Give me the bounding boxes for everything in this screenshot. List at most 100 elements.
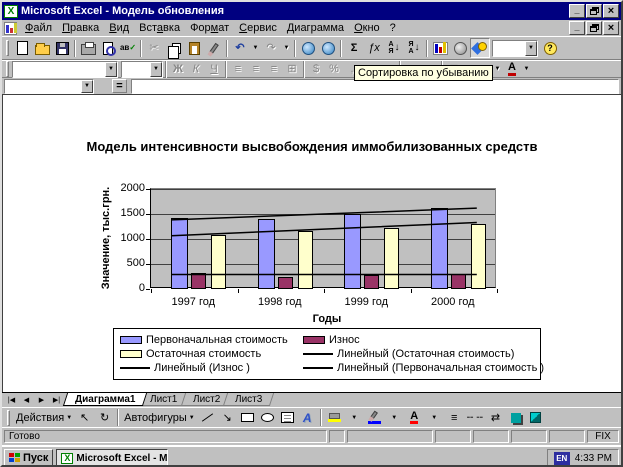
workbook-icon[interactable] (4, 22, 17, 35)
spelling-button[interactable]: ав✓ (118, 38, 138, 58)
toolbar-grip[interactable] (7, 410, 10, 426)
line-color-dropdown[interactable]: ▼ (385, 409, 404, 426)
line-color-button[interactable] (365, 409, 384, 426)
insert-hyperlink-button[interactable] (298, 38, 318, 58)
chart-wizard-button[interactable] (430, 38, 450, 58)
percent-button[interactable]: % (325, 61, 343, 77)
save-button[interactable] (52, 38, 72, 58)
excel-app-icon[interactable]: X (4, 5, 18, 18)
redo-dropdown[interactable]: ▼ (281, 38, 292, 58)
text-box-button[interactable] (278, 409, 297, 426)
help-button[interactable]: ? (540, 38, 560, 58)
undo-button[interactable]: ↶ (230, 38, 250, 58)
menu-Вставка[interactable]: Вставка (134, 21, 185, 35)
arrow-style-button[interactable]: ⇄ (486, 409, 505, 426)
zoom-dropdown-icon[interactable]: ▼ (525, 41, 537, 56)
font-dropdown-icon[interactable]: ▼ (105, 62, 117, 77)
toolbar-grip[interactable] (6, 40, 9, 56)
menu-Вид[interactable]: Вид (104, 21, 134, 35)
menu-Окно[interactable]: Окно (349, 21, 385, 35)
doc-close-button[interactable]: × (603, 21, 619, 35)
draw-actions-menu[interactable]: Действия▼ (14, 409, 74, 426)
align-right-button[interactable]: ≡ (265, 61, 283, 77)
menu-Диаграмма[interactable]: Диаграмма (282, 21, 349, 35)
underline-button[interactable]: Ч (205, 61, 223, 77)
taskbar-excel-task[interactable]: X Microsoft Excel - Мод... (56, 449, 168, 467)
font-size-dropdown-icon[interactable]: ▼ (150, 62, 162, 77)
align-center-button[interactable]: ≡ (247, 61, 265, 77)
font-color-dropdown[interactable]: ▼ (521, 61, 532, 77)
taskbar-clock[interactable]: 4:33 PM (575, 453, 612, 464)
font-size-combobox[interactable]: ▼ (121, 61, 163, 78)
last-sheet-button[interactable]: ▶| (49, 393, 64, 406)
open-button[interactable] (32, 38, 52, 58)
font-color-button[interactable]: А (503, 61, 521, 77)
line-style-button[interactable]: ≡ (445, 409, 464, 426)
bold-button[interactable]: Ж (169, 61, 187, 77)
menu-Сервис[interactable]: Сервис (234, 21, 282, 35)
font-combobox[interactable]: ▼ (12, 61, 118, 78)
paste-function-button[interactable]: ƒx (364, 38, 384, 58)
arrow-button[interactable]: ↘ (218, 409, 237, 426)
print-preview-button[interactable] (98, 38, 118, 58)
paste-button[interactable] (184, 38, 204, 58)
drawing-button[interactable] (470, 38, 490, 58)
start-button[interactable]: Пуск (4, 449, 53, 467)
free-rotate-button[interactable]: ↻ (95, 409, 114, 426)
menu-?[interactable]: ? (385, 21, 401, 35)
fill-color-dropdown[interactable]: ▼ (492, 61, 503, 77)
currency-button[interactable]: $ (307, 61, 325, 77)
sheet-tab-Лист3[interactable]: Лист3 (223, 393, 275, 406)
doc-minimize-button[interactable]: _ (569, 21, 585, 35)
dash-style-button[interactable]: ╌ ╌ (465, 409, 485, 426)
shadow-button[interactable] (506, 409, 525, 426)
name-box[interactable]: ▼ (4, 79, 94, 94)
new-button[interactable] (12, 38, 32, 58)
format-painter-button[interactable] (204, 38, 224, 58)
fill-color-button[interactable] (325, 409, 344, 426)
web-toolbar-button[interactable] (318, 38, 338, 58)
restore-button[interactable] (586, 4, 602, 18)
sheet-tab-Диаграмма1[interactable]: Диаграмма1 (63, 393, 148, 406)
wordart-button[interactable]: A (298, 409, 317, 426)
map-button[interactable] (450, 38, 470, 58)
toolbar-grip[interactable] (6, 61, 9, 77)
font-color-button[interactable]: А (405, 409, 424, 426)
autosum-button[interactable]: Σ (344, 38, 364, 58)
next-sheet-button[interactable]: ▶ (34, 393, 49, 406)
equals-button[interactable]: = (112, 79, 127, 93)
cut-button[interactable]: ✂ (144, 38, 164, 58)
select-objects-button[interactable]: ↖ (75, 409, 94, 426)
print-button[interactable] (78, 38, 98, 58)
language-indicator[interactable]: EN (554, 452, 570, 465)
align-left-button[interactable]: ≡ (229, 61, 247, 77)
rectangle-button[interactable] (238, 409, 257, 426)
close-button[interactable]: × (603, 4, 619, 18)
status-fix-indicator: FIX (587, 430, 619, 443)
merge-center-button[interactable]: ⊞ (283, 61, 301, 77)
name-box-dropdown-icon[interactable]: ▼ (81, 80, 93, 93)
line-button[interactable] (198, 409, 217, 426)
prev-sheet-button[interactable]: ◀ (19, 393, 34, 406)
sort-ascending-button[interactable]: АЯ↓ (384, 38, 404, 58)
separator (320, 409, 322, 426)
copy-button[interactable] (164, 38, 184, 58)
chart-sheet[interactable]: Модель интенсивности высвобождения иммоб… (2, 94, 621, 392)
zoom-combobox[interactable]: ▼ (492, 40, 538, 57)
minimize-button[interactable]: _ (569, 4, 585, 18)
menu-Правка[interactable]: Правка (57, 21, 104, 35)
undo-dropdown[interactable]: ▼ (250, 38, 261, 58)
fill-color-dropdown[interactable]: ▼ (345, 409, 364, 426)
font-color-dropdown[interactable]: ▼ (425, 409, 444, 426)
italic-button[interactable]: К (187, 61, 205, 77)
sort-descending-button[interactable]: ЯА↓ (404, 38, 424, 58)
menu-Файл[interactable]: Файл (20, 21, 57, 35)
first-sheet-button[interactable]: |◀ (4, 393, 19, 406)
redo-button[interactable]: ↷ (261, 38, 281, 58)
oval-button[interactable] (258, 409, 277, 426)
doc-restore-button[interactable] (586, 21, 602, 35)
menu-Формат[interactable]: Формат (185, 21, 234, 35)
title-bar[interactable]: X Microsoft Excel - Модель обновления _ … (2, 2, 621, 20)
3d-button[interactable] (526, 409, 545, 426)
autoshapes-menu[interactable]: Автофигуры▼ (122, 409, 197, 426)
